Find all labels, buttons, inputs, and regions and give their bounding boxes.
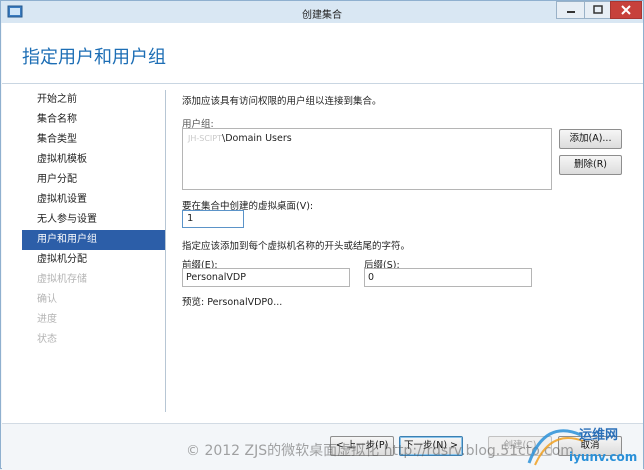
user-groups-list[interactable]: JH-SCIPT\Domain Users xyxy=(182,128,552,190)
prefix-input[interactable]: PersonalVDP xyxy=(182,268,350,287)
user-group-entry[interactable]: JH-SCIPT\Domain Users xyxy=(188,133,292,144)
preview-label: 预览: xyxy=(182,297,205,308)
remove-button[interactable]: 删除(R) xyxy=(559,155,622,175)
preview-value: PersonalVDP0... xyxy=(207,297,283,308)
title-bar[interactable]: 创建集合 xyxy=(1,1,643,23)
logo-title: 运维网 xyxy=(579,427,618,443)
close-button[interactable] xyxy=(610,1,642,19)
user-group-domain: JH-SCIPT xyxy=(188,134,222,143)
maximize-button[interactable] xyxy=(584,1,611,19)
nav-item-confirmation: 确认 xyxy=(37,294,57,305)
nav-item-before-you-begin[interactable]: 开始之前 xyxy=(22,90,165,110)
close-icon xyxy=(621,5,631,15)
nav-item-unattended-settings[interactable]: 无人参与设置 xyxy=(22,210,165,230)
nav-item-status: 状态 xyxy=(37,334,57,345)
suffix-input[interactable]: 0 xyxy=(364,268,532,287)
preview-row: 预览: PersonalVDP0... xyxy=(182,294,282,308)
wizard-nav: 开始之前 集合名称 集合类型 虚拟机模板 用户分配 虚拟机设置 无人参与设置 用… xyxy=(22,90,165,350)
nav-item-vm-allocation[interactable]: 虚拟机分配 xyxy=(22,250,165,270)
wizard-window: 创建集合 指定用户和用户组 开始之前 集合名称 集合类型 虚拟机模板 用户分配 … xyxy=(0,0,644,470)
site-logo: 运维网 iyunv.com xyxy=(527,427,637,466)
page-title: 指定用户和用户组 xyxy=(22,47,166,68)
nav-item-users-and-groups[interactable]: 用户和用户组 xyxy=(22,230,165,250)
nav-item-user-assignment[interactable]: 用户分配 xyxy=(22,170,165,190)
nav-item-vm-settings[interactable]: 虚拟机设置 xyxy=(22,190,165,210)
logo-url: iyunv.com xyxy=(569,450,637,464)
nav-item-vm-template[interactable]: 虚拟机模板 xyxy=(22,150,165,170)
nav-item-collection-type[interactable]: 集合类型 xyxy=(22,130,165,150)
vm-count-input[interactable]: 1 xyxy=(182,210,244,228)
window-title: 创建集合 xyxy=(302,10,342,21)
intro-text: 添加应该具有访问权限的用户组以连接到集合。 xyxy=(182,96,382,107)
nav-item-collection-name[interactable]: 集合名称 xyxy=(22,110,165,130)
minimize-button[interactable] xyxy=(556,1,585,19)
wizard-body: 开始之前 集合名称 集合类型 虚拟机模板 用户分配 虚拟机设置 无人参与设置 用… xyxy=(2,83,643,424)
nav-divider xyxy=(165,90,166,412)
nav-item-progress: 进度 xyxy=(37,314,57,325)
minimize-icon xyxy=(566,11,575,13)
add-button[interactable]: 添加(A)... xyxy=(559,129,622,149)
maximize-icon xyxy=(592,5,603,14)
main-content: 添加应该具有访问权限的用户组以连接到集合。 用户组: JH-SCIPT\Doma… xyxy=(182,84,632,424)
user-group-name: \Domain Users xyxy=(222,133,292,144)
wizard-header: 指定用户和用户组 xyxy=(2,23,643,83)
naming-hint-text: 指定应该添加到每个虚拟机名称的开头或结尾的字符。 xyxy=(182,241,411,252)
watermark-text: © 2012 ZJS的微软桌面虚拟化 http://rdsrv.blog.51c… xyxy=(186,443,574,459)
nav-item-vm-storage: 虚拟机存储 xyxy=(37,274,87,285)
